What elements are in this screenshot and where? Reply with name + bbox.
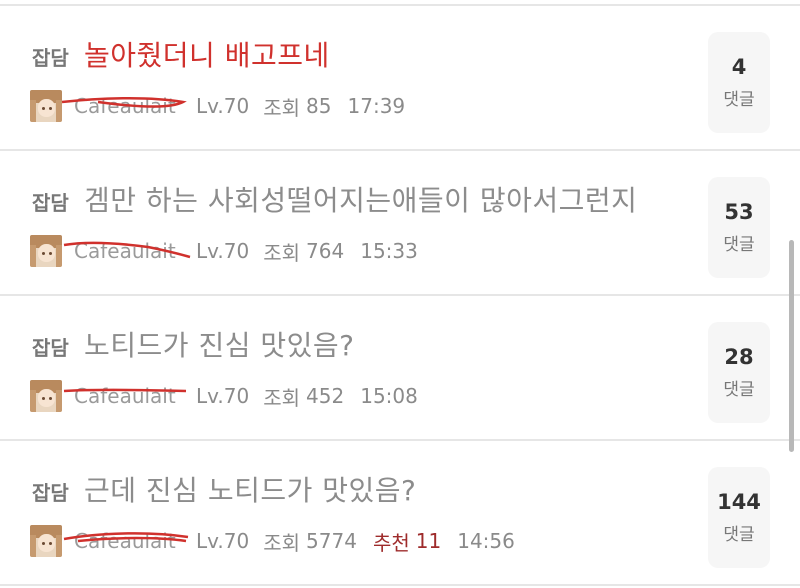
post-item[interactable]: 잡담 놀아줬더니 배고프네 Cafeaulait Lv.70 조회 85 17:… bbox=[0, 6, 800, 151]
post-title[interactable]: 근데 진심 노티드가 맛있음? bbox=[84, 469, 416, 509]
comment-count: 53 bbox=[724, 200, 754, 224]
views-label: 조회 bbox=[263, 385, 301, 410]
comment-label: 댓글 bbox=[723, 235, 755, 255]
post-list: 잡담 놀아줬더니 배고프네 Cafeaulait Lv.70 조회 85 17:… bbox=[0, 0, 800, 588]
view-count: 764 bbox=[306, 239, 345, 263]
post-item[interactable]: 잡담 겜만 하는 사회성떨어지는애들이 많아서그런지 Cafeaulait Lv… bbox=[0, 151, 800, 296]
comment-count-box[interactable]: 4 댓글 bbox=[708, 32, 770, 133]
post-item[interactable]: 잡담 근데 진심 노티드가 맛있음? Cafeaulait Lv.70 조회 5… bbox=[0, 441, 800, 586]
views-label: 조회 bbox=[263, 530, 301, 555]
post-time: 17:39 bbox=[347, 94, 406, 118]
post-title[interactable]: 노티드가 진심 맛있음? bbox=[84, 324, 355, 364]
author-name[interactable]: Cafeaulait bbox=[63, 529, 196, 553]
post-title[interactable]: 놀아줬더니 배고프네 bbox=[84, 34, 330, 74]
comment-count-box[interactable]: 144 댓글 bbox=[708, 467, 770, 568]
post-category: 잡담 bbox=[32, 46, 69, 70]
author-name[interactable]: Cafeaulait bbox=[63, 384, 196, 408]
author-level: Lv.70 bbox=[196, 239, 250, 263]
author-name[interactable]: Cafeaulait bbox=[63, 239, 196, 263]
post-time: 14:56 bbox=[457, 529, 515, 553]
scrollbar[interactable] bbox=[789, 240, 794, 452]
post-title[interactable]: 겜만 하는 사회성떨어지는애들이 많아서그런지 bbox=[84, 179, 637, 219]
divider bbox=[0, 584, 800, 586]
recommend-count: 11 bbox=[415, 529, 442, 553]
comment-count: 144 bbox=[717, 490, 761, 514]
view-count: 452 bbox=[306, 384, 345, 408]
post-time: 15:33 bbox=[360, 239, 418, 263]
comment-count-box[interactable]: 28 댓글 bbox=[708, 322, 770, 423]
comment-label: 댓글 bbox=[723, 90, 755, 110]
recommend-label: 추천 bbox=[372, 530, 410, 555]
comment-label: 댓글 bbox=[723, 525, 755, 545]
comment-label: 댓글 bbox=[723, 380, 755, 400]
strikethrough-scribble bbox=[63, 532, 189, 543]
strikethrough-scribble bbox=[61, 96, 187, 108]
author-name[interactable]: Cafeaulait bbox=[61, 94, 196, 118]
post-meta: Cafeaulait Lv.70 조회 5774 추천 11 14:56 bbox=[30, 524, 515, 558]
comment-count: 4 bbox=[731, 55, 747, 79]
post-meta: Cafeaulait Lv.70 조회 452 15:08 bbox=[30, 379, 418, 413]
post-item[interactable]: 잡담 노티드가 진심 맛있음? Cafeaulait Lv.70 조회 452 … bbox=[0, 296, 800, 441]
strikethrough-scribble bbox=[63, 241, 191, 259]
views-label: 조회 bbox=[263, 95, 301, 120]
post-meta: Cafeaulait Lv.70 조회 85 17:39 bbox=[30, 89, 405, 123]
post-category: 잡담 bbox=[32, 336, 69, 360]
author-level: Lv.70 bbox=[196, 529, 250, 553]
view-count: 85 bbox=[306, 94, 332, 118]
post-time: 15:08 bbox=[360, 384, 418, 408]
views-label: 조회 bbox=[263, 240, 301, 265]
post-category: 잡담 bbox=[32, 191, 69, 215]
comment-count: 28 bbox=[724, 345, 754, 369]
strikethrough-scribble bbox=[63, 388, 187, 393]
post-meta: Cafeaulait Lv.70 조회 764 15:33 bbox=[30, 234, 418, 268]
author-level: Lv.70 bbox=[196, 384, 250, 408]
comment-count-box[interactable]: 53 댓글 bbox=[708, 177, 770, 278]
post-category: 잡담 bbox=[32, 481, 69, 505]
author-level: Lv.70 bbox=[196, 94, 250, 118]
view-count: 5774 bbox=[306, 529, 357, 553]
